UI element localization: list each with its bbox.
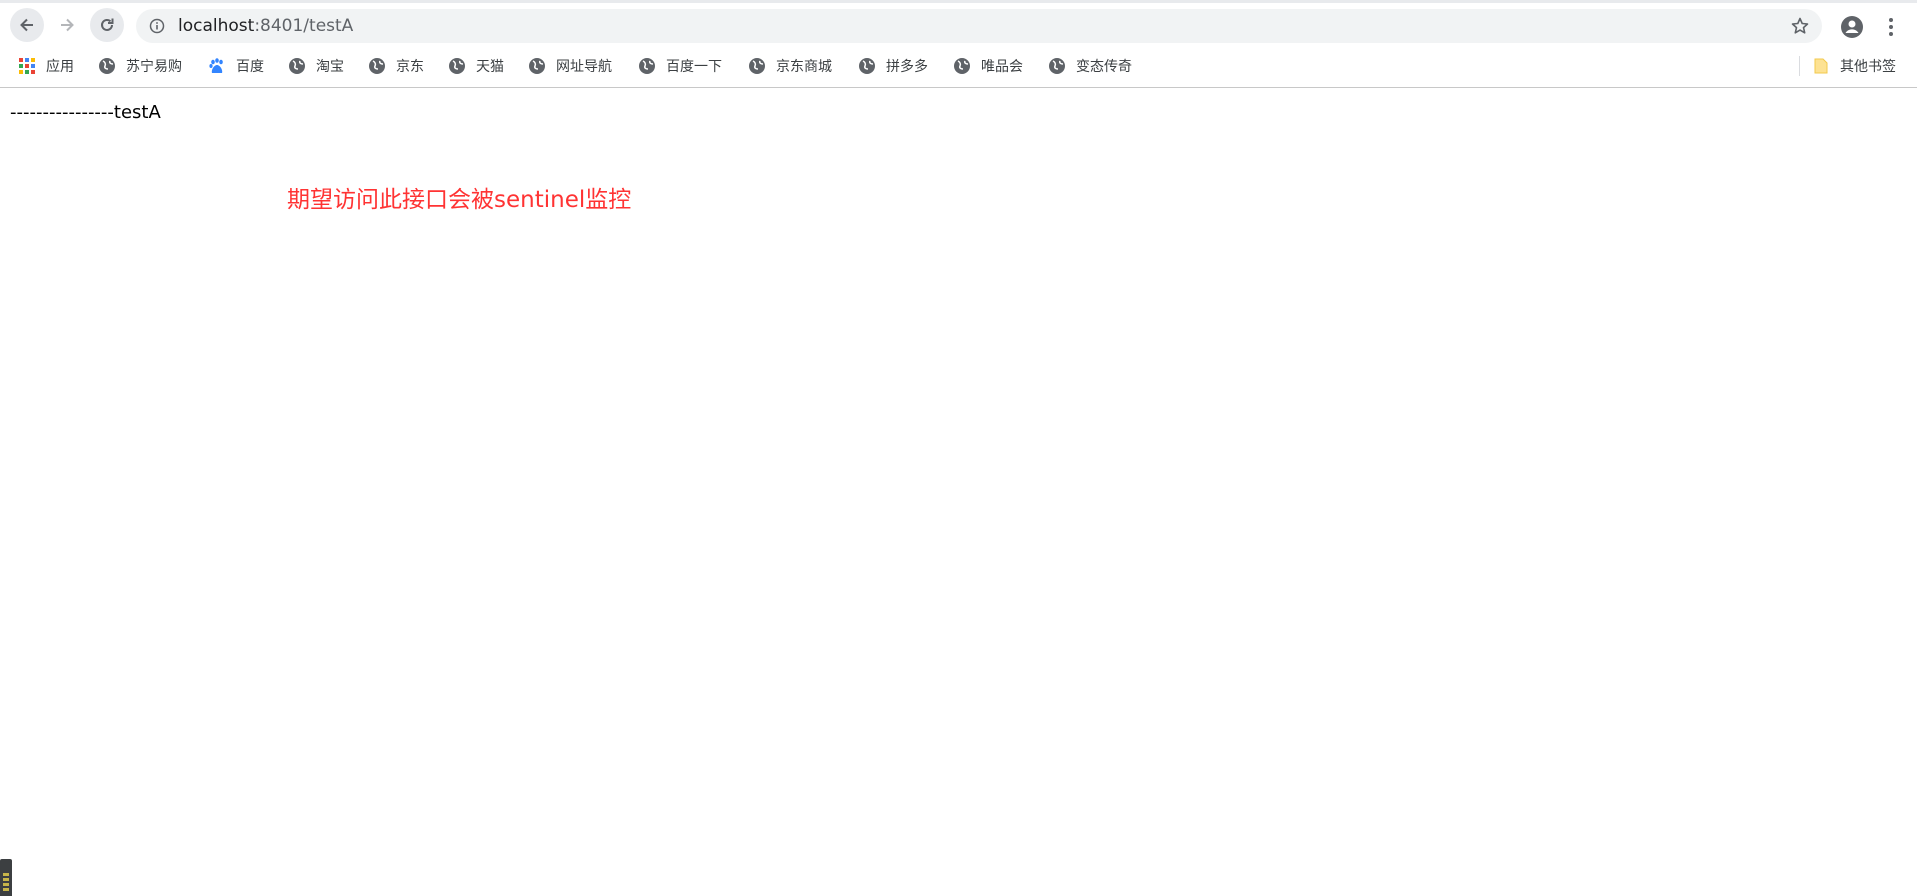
- bookmark-label: 应用: [46, 59, 74, 75]
- bookmark-label: 拼多多: [886, 59, 928, 75]
- bookmark-label: 京东: [396, 59, 424, 75]
- url-text[interactable]: localhost:8401/testA: [178, 16, 353, 36]
- apps-grid-icon: [19, 58, 35, 74]
- globe-icon: [1049, 58, 1065, 74]
- globe-icon: [529, 58, 545, 74]
- info-icon[interactable]: [149, 18, 165, 34]
- globe-icon: [639, 58, 655, 74]
- baidu-paw-icon: [209, 58, 223, 73]
- globe-icon: [449, 58, 465, 74]
- annotation-text: 期望访问此接口会被sentinel监控: [287, 187, 632, 213]
- bookmark-label: 淘宝: [316, 59, 344, 75]
- reload-icon: [101, 18, 114, 31]
- reload-button[interactable]: [90, 8, 124, 42]
- arrow-right-icon: [61, 18, 74, 32]
- level-bar: [3, 873, 9, 876]
- star-icon[interactable]: [1790, 16, 1810, 36]
- bookmark-taobao[interactable]: 淘宝: [288, 54, 344, 78]
- url-path: :8401/testA: [254, 16, 354, 36]
- bookmark-apps[interactable]: 应用: [18, 54, 74, 78]
- globe-icon: [749, 58, 765, 74]
- browser-toolbar: localhost:8401/testA: [0, 3, 1917, 47]
- bookmark-label: 百度一下: [666, 59, 722, 75]
- globe-icon: [289, 58, 305, 74]
- globe-icon: [859, 58, 875, 74]
- arrow-left-icon: [20, 18, 33, 32]
- bookmarks-bar: 应用 苏宁易购 百度 淘宝 京东 天猫 网址导航 百度一下 京东商城 拼多多 唯…: [0, 50, 1917, 82]
- address-bar[interactable]: localhost:8401/testA: [136, 9, 1822, 43]
- more-menu-icon[interactable]: [1883, 15, 1899, 39]
- other-bookmarks[interactable]: 其他书签: [1812, 54, 1896, 78]
- bookmark-label: 其他书签: [1840, 59, 1896, 75]
- level-bar: [3, 878, 9, 881]
- taskbar-widget[interactable]: [0, 859, 12, 896]
- level-bar: [3, 888, 9, 891]
- bookmark-baidu-search[interactable]: 百度一下: [638, 54, 722, 78]
- bookmark-label: 天猫: [476, 59, 504, 75]
- bookmarks-divider: [1799, 56, 1800, 76]
- response-text: ----------------testA: [10, 102, 161, 123]
- account-icon[interactable]: [1840, 15, 1864, 39]
- globe-icon: [369, 58, 385, 74]
- bookmark-label: 唯品会: [981, 59, 1023, 75]
- bookmark-pinduoduo[interactable]: 拼多多: [858, 54, 928, 78]
- bookmark-label: 网址导航: [556, 59, 612, 75]
- page-content: ----------------testA 期望访问此接口会被sentinel监…: [0, 88, 1917, 896]
- bookmark-nav[interactable]: 网址导航: [528, 54, 612, 78]
- bookmark-label: 百度: [236, 59, 264, 75]
- bookmark-legend[interactable]: 变态传奇: [1048, 54, 1132, 78]
- globe-icon: [954, 58, 970, 74]
- back-button[interactable]: [10, 8, 44, 42]
- level-bar: [3, 883, 9, 886]
- bookmark-label: 变态传奇: [1076, 59, 1132, 75]
- bookmark-suning[interactable]: 苏宁易购: [98, 54, 182, 78]
- globe-icon: [99, 58, 115, 74]
- forward-button[interactable]: [50, 8, 84, 42]
- bookmark-label: 京东商城: [776, 59, 832, 75]
- bookmark-baidu[interactable]: 百度: [208, 54, 264, 78]
- browser-chrome: localhost:8401/testA 应用 苏宁易购 百度 淘宝 京东 天猫…: [0, 0, 1917, 88]
- bookmark-label: 苏宁易购: [126, 59, 182, 75]
- bookmark-jd-mall[interactable]: 京东商城: [748, 54, 832, 78]
- bookmark-vip[interactable]: 唯品会: [953, 54, 1023, 78]
- folder-icon: [1814, 58, 1828, 74]
- url-host: localhost: [178, 16, 255, 36]
- bookmark-jd[interactable]: 京东: [368, 54, 424, 78]
- bookmark-tmall[interactable]: 天猫: [448, 54, 504, 78]
